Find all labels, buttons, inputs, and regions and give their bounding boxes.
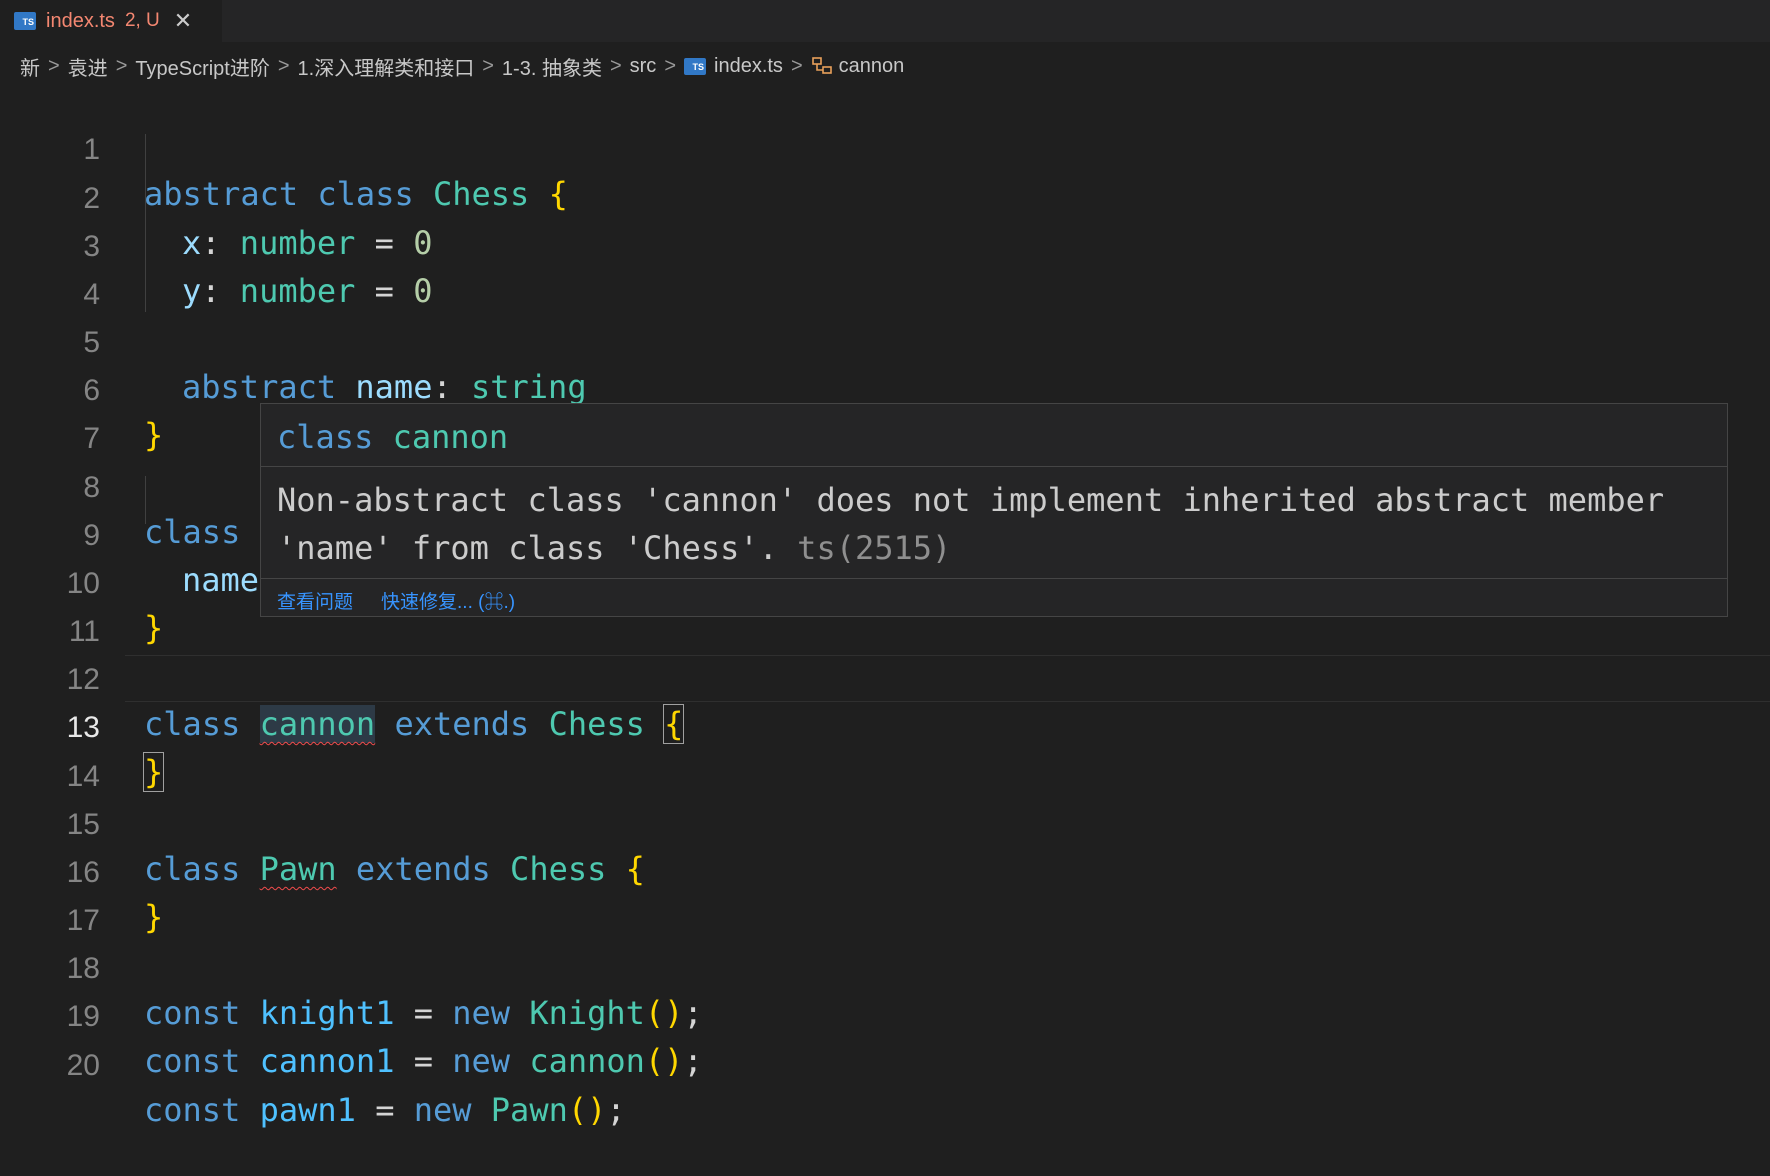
typescript-file-icon: TS <box>14 12 36 30</box>
code-line[interactable]: 6 } <box>0 325 1770 454</box>
close-icon[interactable]: ✕ <box>174 8 192 34</box>
hover-tooltip: class cannon Non-abstract class 'cannon'… <box>260 403 1728 617</box>
line-code: const cannon1 = new cannon(); <box>144 1042 703 1080</box>
code-line[interactable]: 20 const pawn1 = new Pawn(); <box>0 1000 1770 1129</box>
breadcrumb-item[interactable]: 新 <box>20 52 40 81</box>
breadcrumb-symbol[interactable]: cannon <box>839 55 905 78</box>
chevron-right-icon: > <box>115 54 128 77</box>
breadcrumb-item[interactable]: 1.深入理解类和接口 <box>298 52 475 81</box>
breadcrumb-item[interactable]: 袁进 <box>68 52 108 81</box>
typescript-file-icon: TS <box>684 57 706 75</box>
code-line[interactable]: 5 abstract name: string <box>0 277 1770 406</box>
class-symbol-icon <box>811 57 832 74</box>
hover-error-message: Non-abstract class 'cannon' does not imp… <box>277 481 1665 567</box>
error-code: ts(2515) <box>797 529 952 567</box>
chevron-right-icon: > <box>277 54 290 77</box>
tab-problem-status: 2, U <box>124 10 160 31</box>
hover-signature: class cannon <box>277 418 509 456</box>
breadcrumb-file[interactable]: index.ts <box>714 55 783 78</box>
quick-fix-link[interactable]: 快速修复... (⌘.) <box>381 587 515 614</box>
chevron-right-icon: > <box>48 54 60 77</box>
chevron-right-icon: > <box>482 54 494 77</box>
line-number: 20 <box>66 1049 100 1082</box>
tab-bar: TS index.ts 2, U ✕ <box>0 0 1770 42</box>
tab-index-ts[interactable]: TS index.ts 2, U ✕ <box>0 0 222 42</box>
hover-actions: 查看问题 快速修复... (⌘.) <box>277 587 515 614</box>
code-line[interactable]: 13 } <box>0 662 1770 792</box>
view-problem-link[interactable]: 查看问题 <box>277 587 353 614</box>
code-line[interactable]: 18 const knight1 = new Knight(); <box>0 903 1770 1032</box>
breadcrumb-item[interactable]: src <box>630 55 657 78</box>
breadcrumb-item[interactable]: 1-3. 抽象类 <box>502 52 602 81</box>
chevron-right-icon: > <box>790 54 803 77</box>
code-line[interactable]: 19 const cannon1 = new cannon(); <box>0 951 1770 1080</box>
code-line[interactable]: 3 y: number = 0 <box>0 181 1770 310</box>
code-line[interactable]: 4 <box>0 229 1770 311</box>
breadcrumb-item[interactable]: TypeScript进阶 <box>135 52 269 81</box>
code-line[interactable]: 17 <box>0 855 1770 937</box>
code-line[interactable]: 1 abstract class Chess { <box>0 84 1770 213</box>
code-line[interactable]: 14 <box>0 711 1770 793</box>
divider <box>261 466 1727 467</box>
code-line[interactable]: 16 } <box>0 807 1770 936</box>
tab-filename: index.ts <box>46 9 115 32</box>
code-line[interactable]: 2 x: number = 0 <box>0 133 1770 262</box>
breadcrumb: 新 > 袁进 > TypeScript进阶 > 1.深入理解类和接口 > 1-3… <box>20 51 904 81</box>
chevron-right-icon: > <box>664 54 676 77</box>
code-line[interactable]: 12 class cannon extends Chess { <box>0 614 1770 744</box>
chevron-right-icon: > <box>609 54 622 77</box>
line-code: const pawn1 = new Pawn(); <box>144 1091 626 1129</box>
divider <box>261 578 1727 579</box>
code-line[interactable]: 15 class Pawn extends Chess { <box>0 759 1770 888</box>
